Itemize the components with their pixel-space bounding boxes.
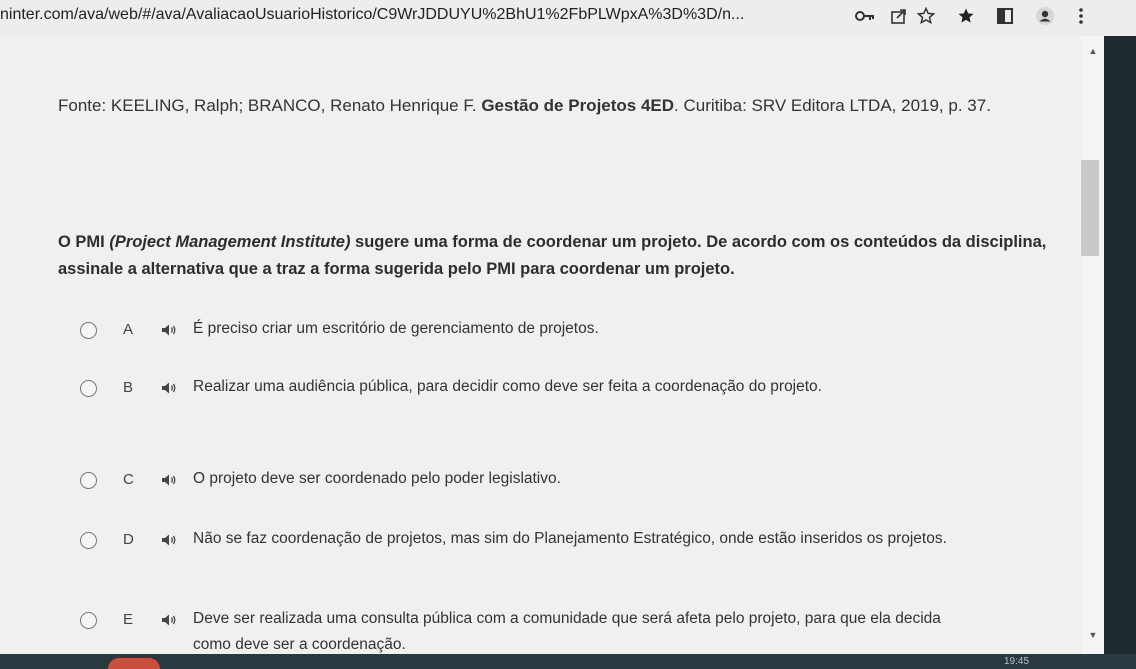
speaker-icon[interactable] bbox=[161, 381, 177, 395]
radio-button[interactable] bbox=[80, 472, 97, 489]
os-taskbar bbox=[0, 654, 1136, 669]
option-letter: D bbox=[123, 531, 134, 548]
question-text: O PMI (Project Management Institute) sug… bbox=[58, 229, 1058, 283]
question-part1: O PMI bbox=[58, 233, 110, 251]
option-letter: E bbox=[123, 611, 134, 628]
option-d[interactable]: D Não se faz coordenação de projetos, ma… bbox=[80, 530, 973, 552]
scroll-up-arrow-icon[interactable]: ▲ bbox=[1088, 46, 1098, 56]
speaker-icon[interactable] bbox=[161, 533, 177, 547]
speaker-icon[interactable] bbox=[161, 323, 177, 337]
option-letter: B bbox=[123, 379, 134, 396]
radio-button[interactable] bbox=[80, 380, 97, 397]
taskbar-clock: 19:45 bbox=[1004, 656, 1030, 667]
option-text: Deve ser realizada uma consulta pública … bbox=[193, 610, 941, 653]
address-bar[interactable]: ninter.com/ava/web/#/ava/AvaliacaoUsuari… bbox=[0, 6, 830, 24]
page-content: Fonte: KEELING, Ralph; BRANCO, Renato He… bbox=[0, 36, 1088, 656]
scroll-down-arrow-icon[interactable]: ▼ bbox=[1088, 630, 1098, 640]
option-e[interactable]: E Deve ser realizada uma consulta públic… bbox=[80, 610, 983, 658]
radio-button[interactable] bbox=[80, 612, 97, 629]
option-letter: A bbox=[123, 321, 134, 338]
option-text: O projeto deve ser coordenado pelo poder… bbox=[193, 470, 561, 487]
option-b[interactable]: B Realizar uma audiência pública, para d… bbox=[80, 378, 822, 400]
speaker-icon[interactable] bbox=[161, 473, 177, 487]
option-letter: C bbox=[123, 471, 134, 488]
taskbar-app-icon[interactable] bbox=[108, 658, 160, 669]
radio-button[interactable] bbox=[80, 322, 97, 339]
source-suffix: . Curitiba: SRV Editora LTDA, 2019, p. 3… bbox=[674, 96, 991, 115]
window-icon[interactable] bbox=[994, 5, 1016, 27]
radio-button[interactable] bbox=[80, 532, 97, 549]
vertical-scrollbar[interactable] bbox=[1082, 36, 1104, 656]
share-icon[interactable] bbox=[888, 5, 910, 27]
option-text: Não se faz coordenação de projetos, mas … bbox=[193, 530, 947, 547]
option-a[interactable]: A É preciso criar um escritório de geren… bbox=[80, 320, 599, 342]
star-icon[interactable] bbox=[915, 5, 937, 27]
menu-icon[interactable] bbox=[1070, 5, 1092, 27]
browser-toolbar: ninter.com/ava/web/#/ava/AvaliacaoUsuari… bbox=[0, 0, 1136, 36]
option-text: É preciso criar um escritório de gerenci… bbox=[193, 320, 599, 337]
option-c[interactable]: C O projeto deve ser coordenado pelo pod… bbox=[80, 470, 561, 492]
source-title: Gestão de Projetos 4ED bbox=[481, 96, 675, 115]
profile-icon[interactable] bbox=[1034, 5, 1056, 27]
key-icon[interactable] bbox=[854, 5, 876, 27]
option-text: Realizar uma audiência pública, para dec… bbox=[193, 378, 822, 395]
source-prefix: Fonte: KEELING, Ralph; BRANCO, Renato He… bbox=[58, 96, 482, 115]
scrollbar-thumb[interactable] bbox=[1081, 160, 1099, 256]
speaker-icon[interactable] bbox=[161, 613, 177, 627]
screen-edge bbox=[1104, 36, 1136, 669]
extension-icon[interactable] bbox=[955, 5, 977, 27]
source-citation: Fonte: KEELING, Ralph; BRANCO, Renato He… bbox=[58, 92, 1058, 119]
question-italic: (Project Management Institute) bbox=[109, 233, 351, 251]
